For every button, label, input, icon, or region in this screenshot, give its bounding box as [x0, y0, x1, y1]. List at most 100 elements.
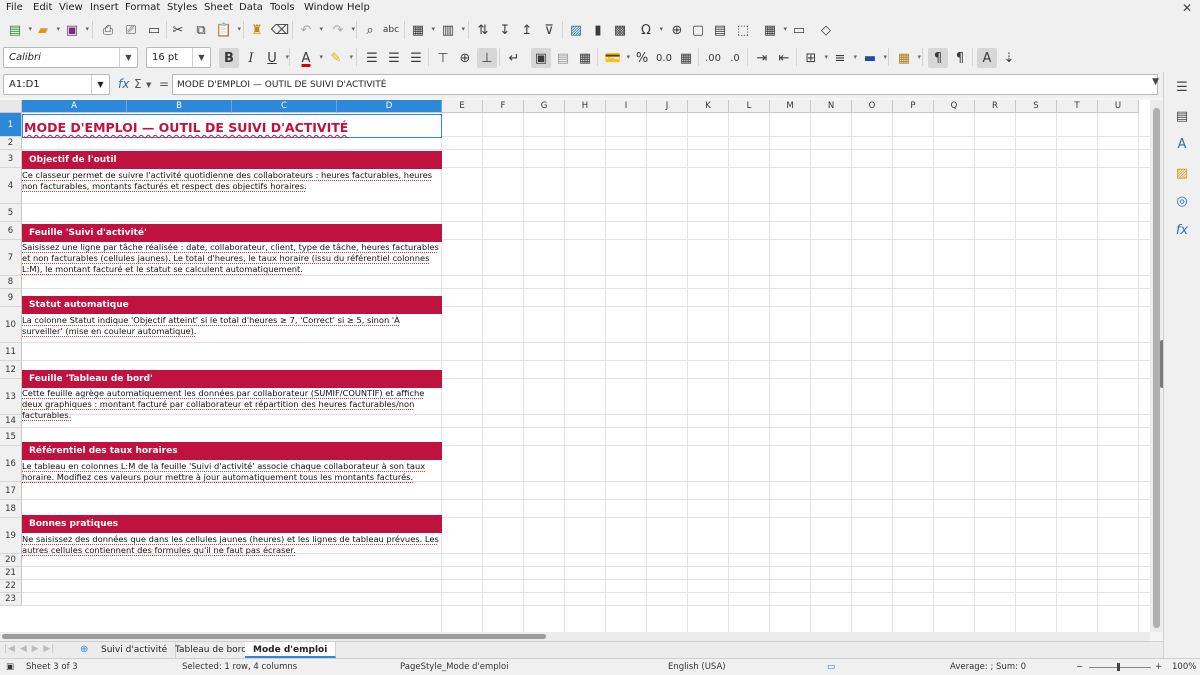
row-header[interactable]: 4	[0, 168, 22, 204]
section-body[interactable]: Cette feuille agrège automatiquement les…	[22, 388, 442, 421]
function-wizard-icon[interactable]: fx	[118, 77, 129, 91]
tab-suivi-activite[interactable]: Suivi d'activité	[93, 642, 177, 658]
horizontal-scrollbar[interactable]	[0, 632, 1150, 641]
row-icon[interactable]: ▦	[408, 20, 435, 40]
spelling-icon[interactable]: abc	[381, 20, 401, 40]
find-replace-icon[interactable]: ⌕	[360, 20, 380, 40]
column-icon[interactable]: ▥	[438, 20, 465, 40]
italic-icon[interactable]: I	[241, 48, 261, 68]
font-name-box[interactable]: Calibri ▼	[3, 47, 138, 68]
insert-image-icon[interactable]: ▨	[566, 20, 586, 40]
delete-decimal-icon[interactable]: .0	[725, 48, 745, 68]
row-header[interactable]: 15	[0, 428, 22, 446]
align-top-icon[interactable]: ⊤	[433, 48, 453, 68]
column-header[interactable]: A	[22, 100, 127, 113]
zoom-slider-handle[interactable]	[1117, 663, 1120, 671]
export-pdf-icon[interactable]: ⎙	[98, 20, 118, 40]
redo-icon[interactable]: ↷	[328, 20, 355, 40]
column-header[interactable]: L	[729, 100, 770, 113]
chevron-down-icon[interactable]: ▼	[192, 48, 210, 67]
special-character-icon[interactable]: Ω	[636, 20, 663, 40]
print-preview-icon[interactable]: ▭	[144, 20, 164, 40]
freeze-rows-icon[interactable]: ▦	[760, 20, 787, 40]
document-modified-icon[interactable]: ▣	[6, 662, 14, 672]
merge-center-icon[interactable]: ▣	[531, 48, 551, 68]
properties-icon[interactable]: ▤	[1173, 107, 1191, 125]
chevron-down-icon[interactable]: ▼	[146, 81, 151, 89]
font-size-box[interactable]: 16 pt ▼	[146, 47, 211, 68]
column-header[interactable]: B	[127, 100, 232, 113]
align-center-icon[interactable]: ☰	[384, 48, 404, 68]
scroll-thumb[interactable]	[1153, 108, 1160, 628]
column-header[interactable]: D	[337, 100, 442, 113]
sheet-title-cell[interactable]: MODE D'EMPLOI — OUTIL DE SUIVI D'ACTIVIT…	[22, 114, 442, 138]
column-header[interactable]: K	[688, 100, 729, 113]
section-heading[interactable]: Référentiel des taux horaires	[22, 442, 442, 460]
align-right-icon[interactable]: ☰	[406, 48, 426, 68]
row-header[interactable]: 12	[0, 361, 22, 379]
row-header[interactable]: 13	[0, 379, 22, 415]
border-style-icon[interactable]: ≡	[830, 48, 857, 68]
sheet-navigation-icon[interactable]: |◀ ◀ ▶ ▶|	[4, 644, 55, 654]
menu-data[interactable]: Data	[239, 2, 263, 13]
copy-icon[interactable]: ⧉	[191, 20, 211, 40]
column-header[interactable]: R	[975, 100, 1016, 113]
selection-mode-icon[interactable]: ▭	[827, 662, 835, 672]
section-body[interactable]: Saisissez une ligne par tâche réalisée :…	[22, 242, 442, 275]
text-horizontal-icon[interactable]: A	[977, 48, 997, 68]
row-header[interactable]: 22	[0, 580, 22, 593]
row-header[interactable]: 6	[0, 222, 22, 240]
sum-summary[interactable]: Average: ; Sum: 0	[950, 662, 1026, 672]
row-header[interactable]: 3	[0, 150, 22, 168]
chevron-down-icon[interactable]: ▼	[91, 75, 109, 94]
menu-edit[interactable]: Edit	[33, 2, 52, 13]
pivot-table-icon[interactable]: ▩	[610, 20, 630, 40]
row-header[interactable]: 7	[0, 240, 22, 276]
column-header[interactable]: G	[524, 100, 565, 113]
chevron-down-icon[interactable]: ▼	[119, 48, 137, 67]
scroll-thumb[interactable]	[2, 634, 546, 639]
row-header[interactable]: 10	[0, 307, 22, 343]
gallery-icon[interactable]: ▨	[1173, 164, 1191, 182]
section-body[interactable]: Ne saisissez des données que dans les ce…	[22, 534, 442, 556]
zoom-out-icon[interactable]: −	[1076, 662, 1083, 672]
border-color-icon[interactable]: ▬	[860, 48, 887, 68]
column-header[interactable]: C	[232, 100, 337, 113]
sort-descending-icon[interactable]: ↥	[517, 20, 537, 40]
number-format-icon[interactable]: 0.0	[654, 48, 674, 68]
date-format-icon[interactable]: ▦	[676, 48, 696, 68]
define-print-area-icon[interactable]: ⬚	[733, 20, 753, 40]
formula-icon[interactable]: =	[159, 77, 169, 91]
column-header[interactable]: N	[811, 100, 852, 113]
sort-icon[interactable]: ⇅	[473, 20, 493, 40]
hamburger-menu-icon[interactable]: ☰	[1173, 78, 1191, 96]
section-heading[interactable]: Statut automatique	[22, 296, 442, 314]
unmerge-cells-icon[interactable]: ▦	[575, 48, 595, 68]
column-header[interactable]: P	[893, 100, 934, 113]
row-header[interactable]: 14	[0, 415, 22, 428]
clone-formatting-icon[interactable]: ♜	[247, 20, 267, 40]
headers-footers-icon[interactable]: ▤	[710, 20, 730, 40]
zoom-in-icon[interactable]: +	[1155, 662, 1162, 672]
row-header[interactable]: 20	[0, 554, 22, 567]
menu-sheet[interactable]: Sheet	[204, 2, 233, 13]
borders-icon[interactable]: ⊞	[801, 48, 828, 68]
section-heading[interactable]: Bonnes pratiques	[22, 515, 442, 533]
print-icon[interactable]: ⎚	[121, 20, 141, 40]
styles-icon[interactable]: A	[1173, 135, 1191, 153]
row-header[interactable]: 1	[0, 113, 22, 137]
currency-format-icon[interactable]: 💳	[603, 48, 630, 68]
left-to-right-icon[interactable]: ¶	[928, 48, 948, 68]
clear-formatting-icon[interactable]: ⌫	[270, 20, 290, 40]
row-header[interactable]: 5	[0, 204, 22, 222]
column-header[interactable]: J	[647, 100, 688, 113]
tab-mode-emploi[interactable]: Mode d'emploi	[245, 642, 337, 658]
page-style[interactable]: PageStyle_Mode d'emploi	[400, 662, 509, 672]
vertical-scrollbar[interactable]	[1150, 100, 1164, 632]
sort-ascending-icon[interactable]: ↧	[495, 20, 515, 40]
column-header[interactable]: F	[483, 100, 524, 113]
increase-indent-icon[interactable]: ⇥	[752, 48, 772, 68]
row-header[interactable]: 9	[0, 289, 22, 307]
column-header[interactable]: S	[1016, 100, 1057, 113]
row-header[interactable]: 17	[0, 482, 22, 500]
